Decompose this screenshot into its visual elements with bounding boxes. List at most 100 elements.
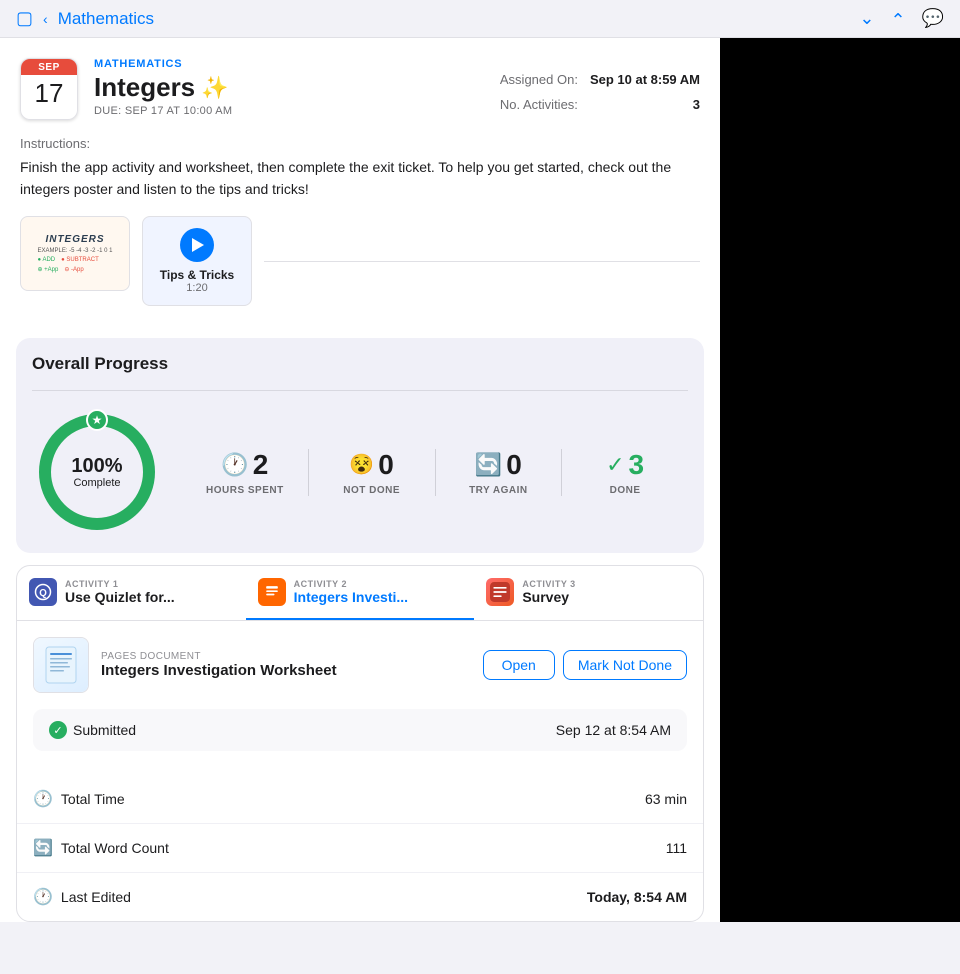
quizlet-icon: Q — [29, 578, 57, 606]
activities-tabs: Q ACTIVITY 1 Use Quizlet for... — [17, 566, 703, 621]
no-activities-row: No. Activities: 3 — [500, 97, 700, 112]
activities-section: Q ACTIVITY 1 Use Quizlet for... — [16, 565, 704, 922]
total-word-count-label: Total Word Count — [61, 840, 169, 856]
file-thumbnail-inner — [34, 638, 88, 692]
attachment-divider — [264, 261, 700, 262]
play-button-icon[interactable] — [180, 228, 214, 262]
done-label: DONE — [610, 485, 641, 496]
donut-star-icon: ★ — [86, 409, 108, 431]
submitted-date: Sep 12 at 8:54 AM — [556, 722, 671, 738]
last-edited-icon: 🕐 — [33, 887, 53, 907]
total-time-icon: 🕐 — [33, 789, 53, 809]
submitted-check-icon: ✓ — [49, 721, 67, 739]
pages-icon — [258, 578, 286, 606]
left-panel: SEP 17 MATHEMATICS Integers ✨ DUE: SEP 1… — [0, 38, 720, 922]
last-edited-label: Last Edited — [61, 889, 131, 905]
activity-tab-2-text: ACTIVITY 2 Integers Investi... — [294, 579, 463, 605]
stat-done: ✓ 3 DONE — [562, 449, 688, 496]
total-time-row: 🕐 Total Time 63 min — [17, 775, 703, 824]
assigned-on-row: Assigned On: Sep 10 at 8:59 AM — [500, 72, 700, 87]
total-word-count-left: 🔄 Total Word Count — [33, 838, 169, 858]
assignment-meta: Assigned On: Sep 10 at 8:59 AM No. Activ… — [500, 58, 700, 120]
submitted-row: ✓ Submitted Sep 12 at 8:54 AM — [33, 709, 687, 751]
right-panel — [720, 38, 960, 922]
donut-label: Complete — [71, 477, 122, 489]
assignment-title: Integers ✨ — [94, 72, 484, 103]
detail-rows: 🕐 Total Time 63 min 🔄 Total Word Count 1… — [17, 775, 703, 921]
activity-2-name: Integers Investi... — [294, 589, 463, 605]
done-value: 3 — [629, 449, 645, 481]
calendar-month: SEP — [21, 59, 77, 75]
activity-tab-2[interactable]: ACTIVITY 2 Integers Investi... — [246, 566, 475, 620]
instructions-text: Finish the app activity and worksheet, t… — [20, 157, 700, 200]
instructions-label: Instructions: — [20, 136, 700, 151]
file-name: Integers Investigation Worksheet — [101, 662, 471, 679]
due-date: DUE: SEP 17 AT 10:00 AM — [94, 105, 484, 117]
play-triangle — [192, 238, 204, 252]
nav-left: ▢ ‹ Mathematics — [16, 8, 154, 29]
comment-icon[interactable]: 💬 — [922, 8, 944, 29]
chevron-up-icon[interactable]: ⌄ — [859, 8, 874, 29]
activity-2-number: ACTIVITY 2 — [294, 579, 463, 589]
chevron-down-icon[interactable]: ⌄ — [890, 8, 905, 29]
file-info: PAGES DOCUMENT Integers Investigation Wo… — [101, 651, 471, 679]
assigned-on-value: Sep 10 at 8:59 AM — [590, 72, 700, 87]
last-edited-left: 🕐 Last Edited — [33, 887, 131, 907]
assigned-on-label: Assigned On: — [500, 72, 578, 87]
activity-1-number: ACTIVITY 1 — [65, 579, 234, 589]
last-edited-value: Today, 8:54 AM — [587, 889, 687, 905]
total-word-count-value: 111 — [666, 840, 687, 856]
progress-stats: 100% Complete ★ 🕐 2 HOURS SPENT — [32, 407, 688, 537]
video-attachment[interactable]: Tips & Tricks 1:20 — [142, 216, 252, 306]
not-done-value: 0 — [378, 449, 394, 481]
not-done-icon: 😵 — [349, 452, 374, 477]
svg-text:Q: Q — [39, 588, 47, 599]
open-button[interactable]: Open — [483, 650, 555, 680]
calendar-day: 17 — [21, 75, 77, 111]
done-icon: ✓ — [606, 452, 624, 478]
main-container: SEP 17 MATHEMATICS Integers ✨ DUE: SEP 1… — [0, 38, 960, 922]
not-done-label: NOT DONE — [343, 485, 400, 496]
activity-tab-1[interactable]: Q ACTIVITY 1 Use Quizlet for... — [17, 566, 246, 620]
activity-file-row: PAGES DOCUMENT Integers Investigation Wo… — [33, 637, 687, 693]
instructions-section: Instructions: Finish the app activity an… — [0, 136, 720, 216]
last-edited-row: 🕐 Last Edited Today, 8:54 AM — [17, 873, 703, 921]
nav-right: ⌄ ⌄ 💬 — [859, 8, 944, 29]
submitted-label: Submitted — [73, 722, 136, 738]
progress-divider — [32, 390, 688, 391]
nav-bar: ▢ ‹ Mathematics ⌄ ⌄ 💬 — [0, 0, 960, 38]
video-title: Tips & Tricks — [160, 268, 234, 282]
donut-percent: 100% — [71, 455, 122, 477]
donut-center: 100% Complete — [71, 455, 122, 489]
sidebar-icon[interactable]: ▢ — [16, 8, 33, 29]
activity-tab-3-text: ACTIVITY 3 Survey — [522, 579, 691, 605]
back-chevron-icon[interactable]: ‹ — [43, 11, 48, 27]
integers-poster-attachment[interactable]: INTEGERS EXAMPLE: -5 -4 -3 -2 -1 0 1 ● A… — [20, 216, 130, 291]
file-thumbnail — [33, 637, 89, 693]
hours-value: 2 — [253, 449, 269, 481]
file-type-label: PAGES DOCUMENT — [101, 651, 471, 662]
stat-not-done: 😵 0 NOT DONE — [309, 449, 436, 496]
stat-try-again: 🔄 0 TRY AGAIN — [436, 449, 563, 496]
mark-not-done-button[interactable]: Mark Not Done — [563, 650, 687, 680]
stats-grid: 🕐 2 HOURS SPENT 😵 0 NOT DONE — [182, 449, 688, 496]
no-activities-value: 3 — [693, 97, 700, 112]
file-actions: Open Mark Not Done — [483, 650, 687, 680]
nav-back-label[interactable]: Mathematics — [58, 9, 154, 29]
total-word-count-icon: 🔄 — [33, 838, 53, 858]
donut-chart: 100% Complete ★ — [32, 407, 162, 537]
activity-3-name: Survey — [522, 589, 691, 605]
try-again-value: 0 — [506, 449, 522, 481]
stat-hours-spent: 🕐 2 HOURS SPENT — [182, 449, 309, 496]
total-time-value: 63 min — [645, 791, 687, 807]
hours-label: HOURS SPENT — [206, 485, 284, 496]
progress-title: Overall Progress — [32, 354, 688, 374]
sparkle-icon: ✨ — [201, 75, 228, 101]
integers-poster-content: INTEGERS EXAMPLE: -5 -4 -3 -2 -1 0 1 ● A… — [33, 230, 116, 277]
assignment-info: MATHEMATICS Integers ✨ DUE: SEP 17 AT 10… — [94, 58, 484, 120]
activity-tab-3[interactable]: ACTIVITY 3 Survey — [474, 566, 703, 620]
video-duration: 1:20 — [186, 282, 207, 294]
calendar-icon: SEP 17 — [20, 58, 78, 120]
hours-icon: 🕐 — [221, 452, 248, 478]
try-again-label: TRY AGAIN — [469, 485, 528, 496]
